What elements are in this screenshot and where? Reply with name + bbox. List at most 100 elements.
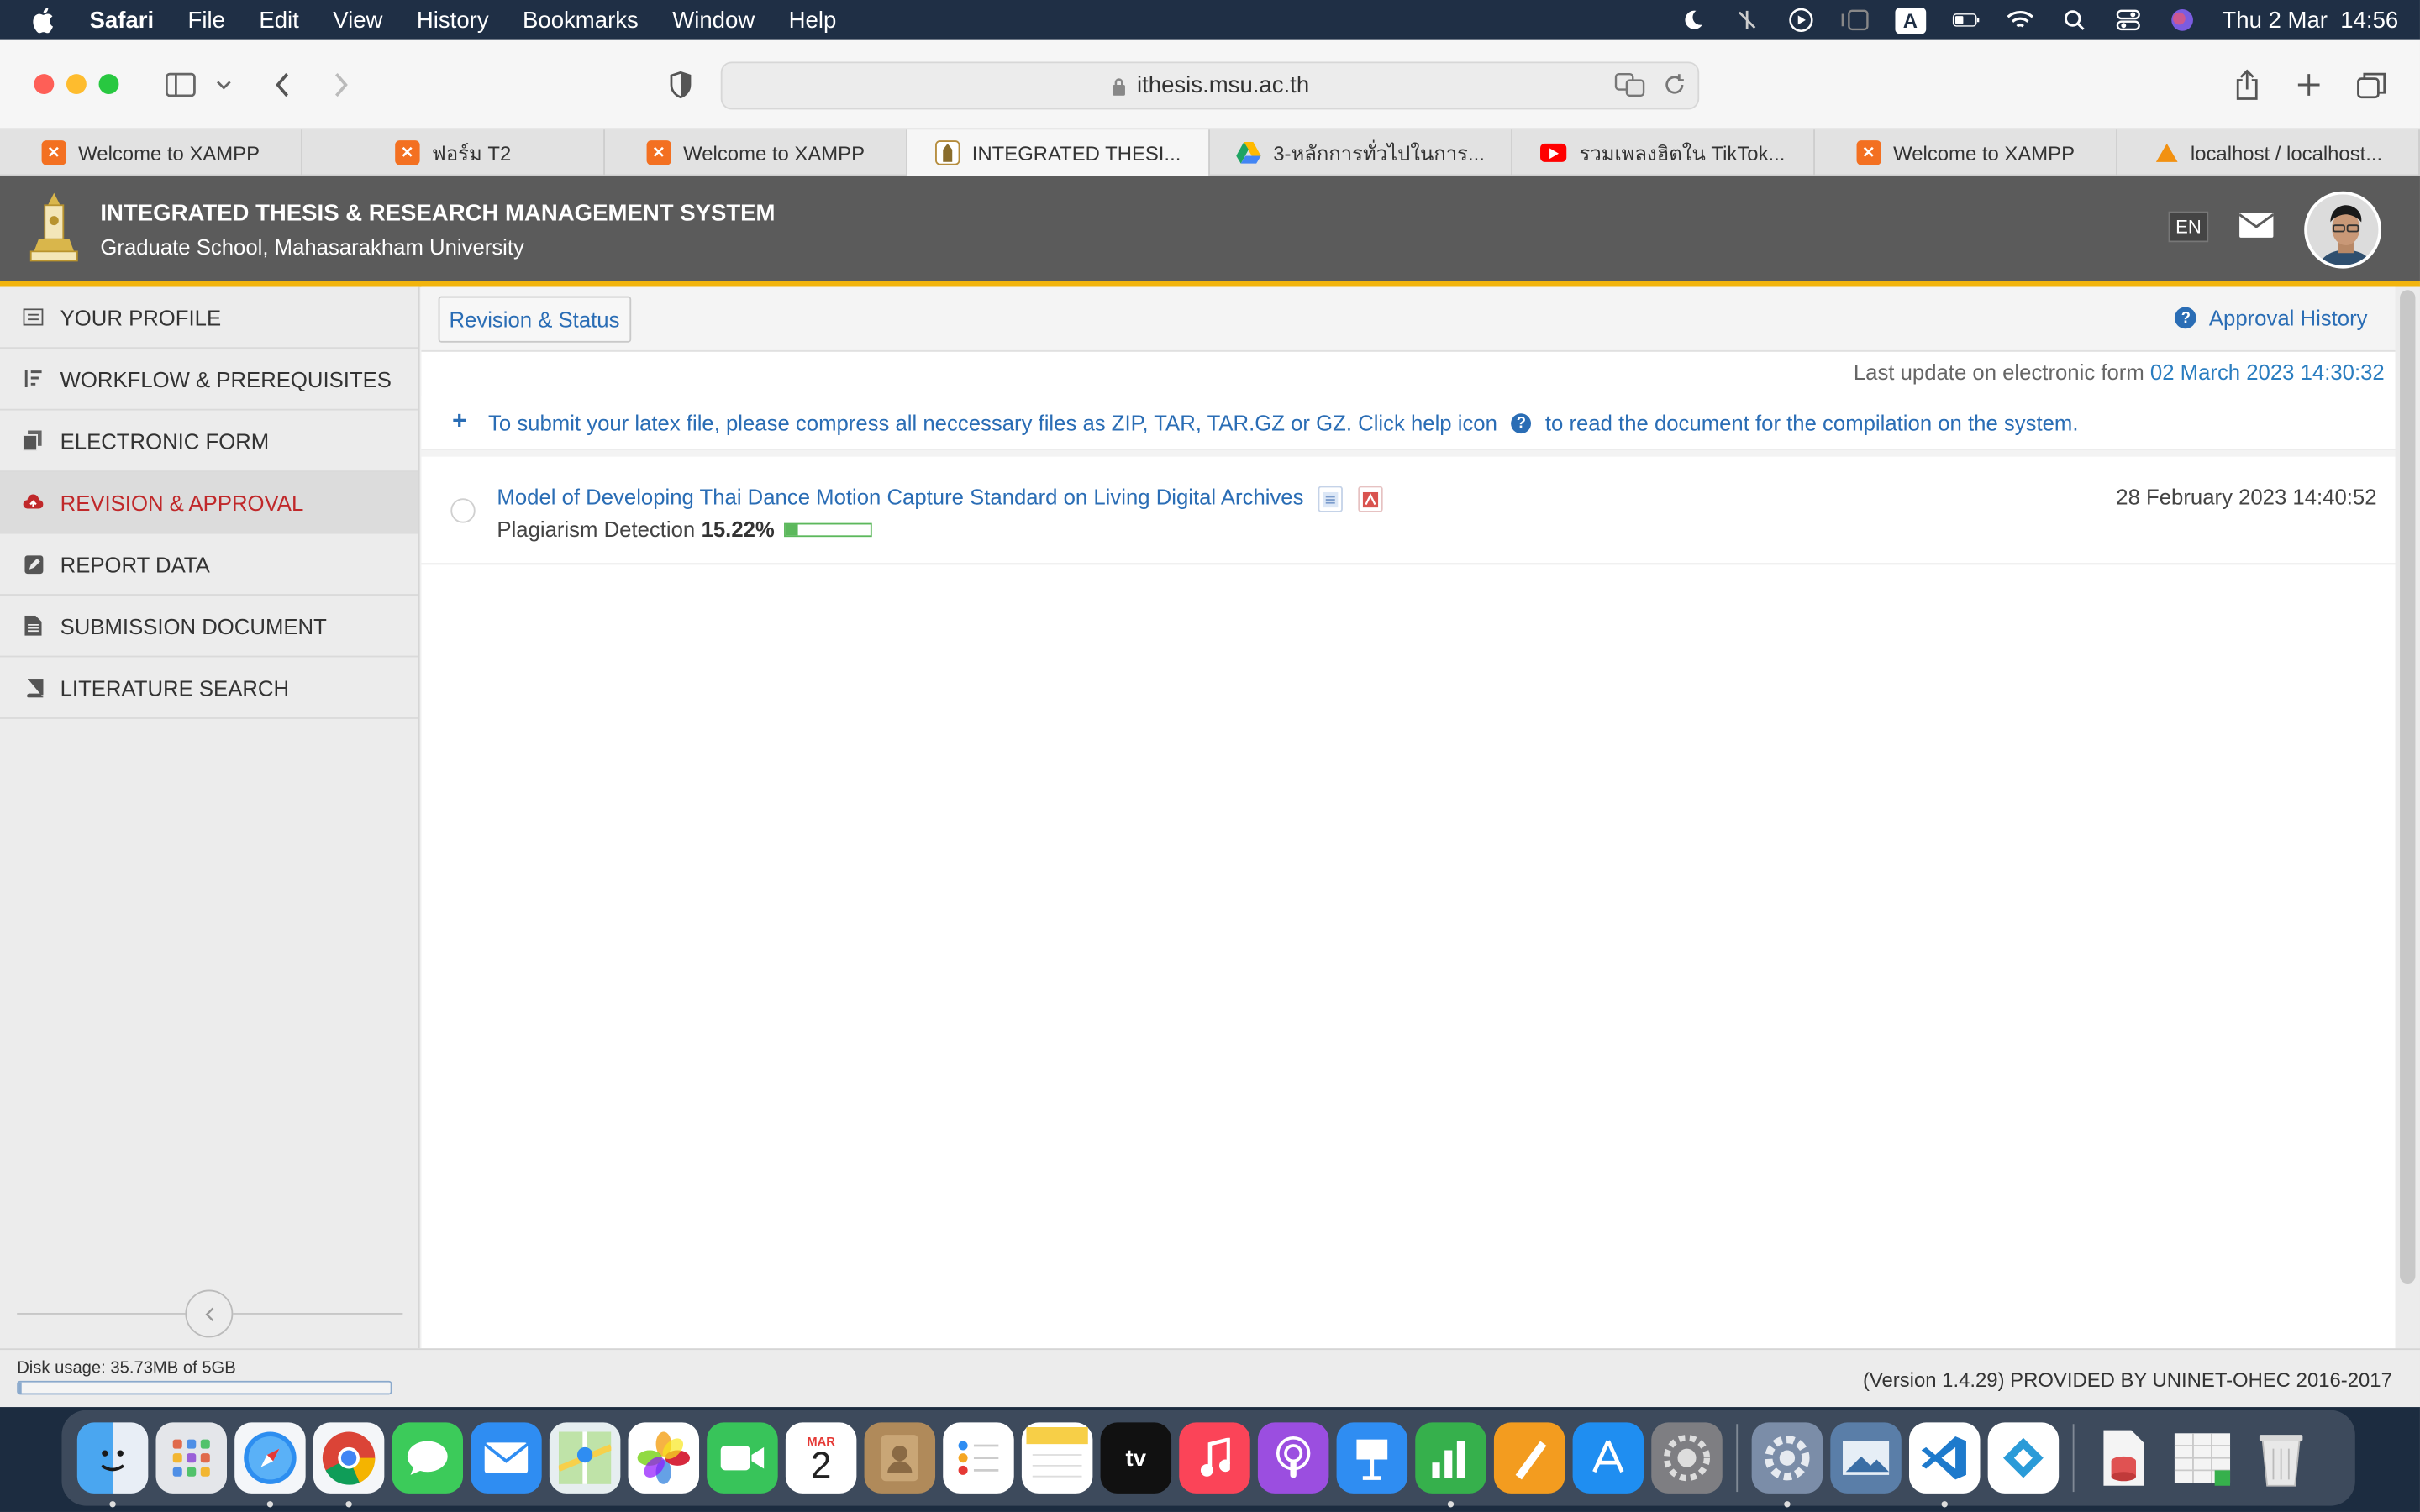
tab-xampp-1[interactable]: ✕ Welcome to XAMPP <box>0 129 302 176</box>
reload-icon[interactable] <box>1664 74 1686 102</box>
sidebar-item-report-data[interactable]: REPORT DATA <box>0 533 418 596</box>
tab-label: Welcome to XAMPP <box>78 141 260 165</box>
tab-phpmyadmin[interactable]: localhost / localhost... <box>2118 129 2420 176</box>
sidebar-item-revision-approval[interactable]: REVISION & APPROVAL <box>0 472 418 534</box>
sidebar-item-workflow[interactable]: WORKFLOW & PREREQUISITES <box>0 349 418 411</box>
apple-menu-icon[interactable] <box>31 6 55 34</box>
tab-form-t2[interactable]: ✕ ฟอร์ม T2 <box>302 129 605 176</box>
dock: MAR 2 tv <box>61 1410 2355 1508</box>
safari-icon[interactable] <box>234 1422 306 1508</box>
input-source-icon[interactable]: A <box>1895 7 1926 34</box>
chrome-icon[interactable] <box>313 1422 385 1508</box>
stage-manager-icon[interactable] <box>1841 8 1869 32</box>
menu-help[interactable]: Help <box>789 7 837 33</box>
user-avatar[interactable] <box>2304 191 2382 269</box>
tab-xampp-3[interactable]: ✕ Welcome to XAMPP <box>1815 129 2118 176</box>
facetime-icon[interactable] <box>707 1422 778 1494</box>
tab-overview-icon[interactable] <box>2355 68 2389 102</box>
zoom-window-button[interactable] <box>98 74 119 95</box>
calendar-icon[interactable]: MAR 2 <box>785 1422 857 1494</box>
document-title-link[interactable]: Model of Developing Thai Dance Motion Ca… <box>497 485 1303 509</box>
spreadsheet-file-icon[interactable] <box>2167 1422 2238 1493</box>
sidebar-item-label: ELECTRONIC FORM <box>60 428 270 454</box>
play-circle-icon[interactable] <box>1786 8 1814 33</box>
music-icon[interactable] <box>1179 1422 1250 1494</box>
photos-icon[interactable] <box>628 1422 700 1494</box>
sidebar-item-label: REPORT DATA <box>60 551 210 577</box>
language-switch-button[interactable]: EN <box>2168 211 2209 243</box>
mail-app-icon[interactable] <box>471 1422 542 1494</box>
chevron-down-icon[interactable] <box>210 68 238 102</box>
revision-status-tab[interactable]: Revision & Status <box>438 296 631 343</box>
menu-window[interactable]: Window <box>672 7 755 33</box>
menu-history[interactable]: History <box>417 7 489 33</box>
mail-icon[interactable] <box>2238 212 2275 239</box>
plagiarism-progress-bar <box>783 522 872 537</box>
scrollbar-thumb[interactable] <box>2400 290 2416 1284</box>
reminders-icon[interactable] <box>943 1422 1014 1494</box>
privacy-shield-icon[interactable] <box>664 68 697 102</box>
menu-bookmarks[interactable]: Bookmarks <box>523 7 639 33</box>
minimize-window-button[interactable] <box>66 74 87 95</box>
new-tab-icon[interactable] <box>2291 68 2325 102</box>
tab-ithesis[interactable]: INTEGRATED THESI... <box>907 129 1210 176</box>
maps-icon[interactable] <box>549 1422 621 1494</box>
document-icon <box>24 615 44 636</box>
app-store-icon[interactable] <box>1572 1422 1644 1494</box>
scrollbar[interactable] <box>2395 286 2420 1349</box>
moon-icon[interactable] <box>1679 8 1707 32</box>
battery-icon[interactable] <box>1952 8 1980 32</box>
launchpad-icon[interactable] <box>155 1422 227 1494</box>
back-button-icon[interactable] <box>266 68 299 102</box>
tab-xampp-2[interactable]: ✕ Welcome to XAMPP <box>605 129 908 176</box>
siri-icon[interactable] <box>2168 8 2196 32</box>
database-file-icon[interactable] <box>2088 1422 2159 1493</box>
mute-icon[interactable] <box>1733 8 1760 32</box>
menu-file[interactable]: File <box>188 7 225 33</box>
tab-label: รวมเพลงฮิตใน TikTok... <box>1579 141 1786 165</box>
collapse-sidebar-button[interactable] <box>185 1289 234 1338</box>
pdf-file-icon[interactable] <box>1358 486 1383 512</box>
preview-icon[interactable] <box>1830 1422 1902 1494</box>
approval-history-link[interactable]: ? Approval History <box>2175 306 2367 330</box>
translate-icon[interactable] <box>1614 72 1645 103</box>
sidebar-item-your-profile[interactable]: YOUR PROFILE <box>0 287 418 349</box>
podcasts-icon[interactable] <box>1257 1422 1329 1494</box>
share-icon[interactable] <box>2230 68 2264 102</box>
spotlight-search-icon[interactable] <box>2060 8 2088 32</box>
menubar-clock[interactable]: Thu 2 Mar 14:56 <box>2222 7 2398 33</box>
menu-app-name[interactable]: Safari <box>90 7 155 33</box>
system-settings-icon[interactable] <box>1651 1422 1723 1494</box>
address-bar[interactable]: ithesis.msu.ac.th <box>720 61 1700 110</box>
control-center-icon[interactable] <box>2114 8 2142 32</box>
apple-tv-icon[interactable]: tv <box>1100 1422 1172 1494</box>
vscode-icon[interactable] <box>1908 1422 1981 1508</box>
diagram-app-icon[interactable] <box>1987 1422 2060 1494</box>
wifi-icon[interactable] <box>2006 8 2033 32</box>
pages-icon[interactable] <box>1493 1422 1565 1494</box>
finder-icon[interactable] <box>76 1422 149 1508</box>
keynote-icon[interactable] <box>1336 1422 1408 1494</box>
menu-edit[interactable]: Edit <box>259 7 298 33</box>
word-file-icon[interactable] <box>1318 486 1343 512</box>
messages-icon[interactable] <box>392 1422 464 1494</box>
select-document-radio[interactable] <box>450 498 476 523</box>
tab-drive-doc[interactable]: 3-หลักการทั่วไปในการ... <box>1210 129 1512 176</box>
divider <box>17 1313 186 1315</box>
gear-app-icon[interactable] <box>1751 1422 1823 1508</box>
help-icon[interactable]: ? <box>1511 412 1532 433</box>
sidebar-item-submission-document[interactable]: SUBMISSION DOCUMENT <box>0 596 418 658</box>
forward-button-icon[interactable] <box>324 68 358 102</box>
tab-label: Welcome to XAMPP <box>1893 141 2075 165</box>
close-window-button[interactable] <box>34 74 55 95</box>
sidebar-toggle-icon[interactable] <box>164 68 197 102</box>
menu-view[interactable]: View <box>333 7 382 33</box>
plus-icon[interactable]: + <box>452 409 466 437</box>
tab-youtube[interactable]: รวมเพลงฮิตใน TikTok... <box>1512 129 1815 176</box>
trash-icon[interactable] <box>2245 1422 2316 1493</box>
sidebar-item-electronic-form[interactable]: ELECTRONIC FORM <box>0 411 418 473</box>
sidebar-item-literature-search[interactable]: LITERATURE SEARCH <box>0 657 418 719</box>
numbers-icon[interactable] <box>1415 1422 1486 1508</box>
notes-icon[interactable] <box>1021 1422 1093 1494</box>
contacts-icon[interactable] <box>864 1422 936 1494</box>
